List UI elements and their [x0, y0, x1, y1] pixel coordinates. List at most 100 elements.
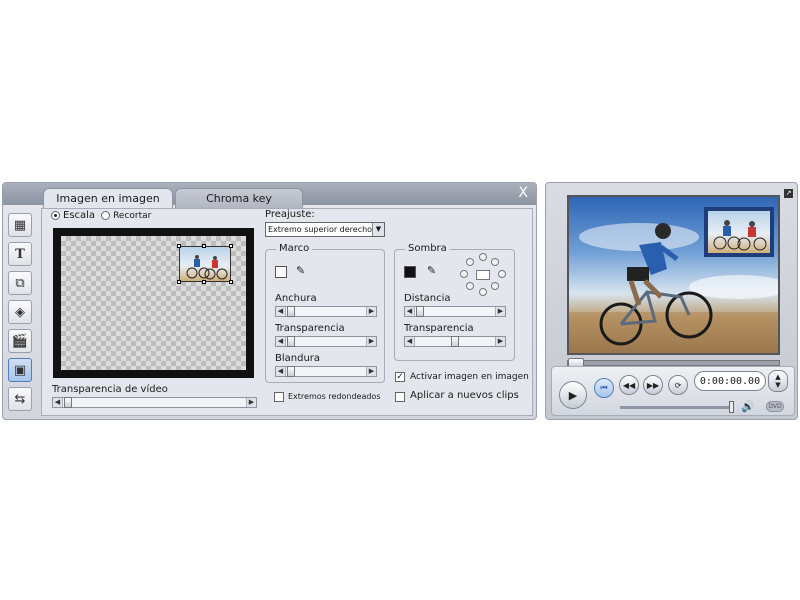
close-button[interactable]: X — [518, 185, 528, 201]
shadow-position-dot[interactable] — [491, 282, 499, 290]
loop-icon: ⟳ — [674, 380, 682, 390]
scale-label: Escala — [63, 210, 96, 221]
shadow-distance-label: Distancia — [404, 293, 451, 304]
slider-left-arrow-icon[interactable]: ◀ — [53, 398, 63, 407]
slider-knob[interactable] — [287, 336, 295, 347]
rewind-icon: ◀◀ — [622, 380, 636, 390]
slider-right-arrow-icon[interactable]: ▶ — [366, 367, 376, 376]
frame-transparency-label: Transparencia — [275, 323, 345, 334]
go-to-start-button[interactable]: ⏮ — [594, 378, 614, 398]
slider-left-arrow-icon[interactable]: ◀ — [276, 367, 286, 376]
title-icon: T — [15, 246, 25, 262]
effects-tool-button[interactable]: ◈ — [8, 300, 32, 324]
slider-right-arrow-icon[interactable]: ▶ — [495, 337, 505, 346]
fast-forward-button[interactable]: ▶▶ — [643, 375, 663, 395]
slider-left-arrow-icon[interactable]: ◀ — [405, 307, 415, 316]
clapboard-tool-button[interactable]: 🎬 — [8, 329, 32, 353]
slider-left-arrow-icon[interactable]: ◀ — [276, 307, 286, 316]
eyedropper-icon[interactable]: ✎ — [427, 264, 436, 277]
slider-knob[interactable] — [416, 306, 424, 317]
cyclists-image — [186, 255, 228, 280]
slider-knob[interactable] — [287, 306, 295, 317]
apply-new-clips-label: Aplicar a nuevos clips — [410, 390, 519, 401]
transition-icon: ⧉ — [15, 275, 25, 291]
slider-right-arrow-icon[interactable]: ▶ — [495, 307, 505, 316]
effects-icon: ◈ — [15, 304, 25, 320]
shadow-position-dot[interactable] — [466, 258, 474, 266]
chevron-up-icon[interactable]: ▲ — [775, 373, 780, 381]
enable-pip-label: Activar imagen en imagen — [410, 372, 529, 382]
rewind-button[interactable]: ◀◀ — [619, 375, 639, 395]
transition-tool-button[interactable]: ⧉ — [8, 271, 32, 295]
shadow-position-dot[interactable] — [479, 288, 487, 296]
rounded-edges-label: Extremos redondeados — [288, 392, 381, 401]
shadow-color-swatch[interactable] — [404, 266, 416, 278]
slider-knob[interactable] — [64, 397, 72, 408]
preset-value: Extremo superior derecho — [268, 225, 373, 234]
pip-tool-button[interactable]: ▣ — [8, 358, 32, 382]
pip-preview-canvas[interactable] — [53, 228, 254, 378]
chevron-down-icon[interactable]: ▼ — [775, 381, 780, 389]
play-button[interactable]: ▶ — [559, 381, 587, 409]
picture-in-picture-icon: ▣ — [13, 362, 27, 378]
dvd-button[interactable]: DVD — [766, 401, 784, 412]
crop-label: Recortar — [113, 210, 152, 221]
scene-tool-button[interactable]: ▦ — [8, 213, 32, 237]
timecode-value: 0:00:00.00 — [699, 375, 761, 387]
frame-transparency-slider[interactable]: ◀ ▶ — [275, 336, 377, 347]
slider-knob[interactable] — [451, 336, 459, 347]
skip-to-start-icon: ⏮ — [600, 383, 608, 392]
enable-pip-checkbox[interactable]: ✓ — [395, 372, 405, 382]
frame-softness-slider[interactable]: ◀ ▶ — [275, 366, 377, 377]
video-transparency-label: Transparencia de vídeo — [52, 384, 168, 395]
pip-thumbnail[interactable] — [177, 244, 233, 284]
frame-width-slider[interactable]: ◀ ▶ — [275, 306, 377, 317]
pip-overlay — [704, 207, 774, 257]
shadow-position-center — [476, 270, 490, 280]
tool-strip: ▦ T ⧉ ◈ 🎬 ▣ ⇆ — [6, 210, 34, 416]
scene-icon: ▦ — [13, 217, 27, 233]
preset-dropdown[interactable]: Extremo superior derecho ▼ — [265, 222, 385, 237]
play-icon: ▶ — [568, 388, 578, 402]
timecode-stepper[interactable]: ▲ ▼ — [768, 370, 788, 392]
title-tool-button[interactable]: T — [8, 242, 32, 266]
preset-label: Preajuste: — [265, 209, 315, 220]
frame-color-swatch[interactable] — [275, 266, 287, 278]
audio-icon: ⇆ — [14, 391, 26, 407]
slider-right-arrow-icon[interactable]: ▶ — [366, 307, 376, 316]
shadow-distance-slider[interactable]: ◀ ▶ — [404, 306, 506, 317]
slider-right-arrow-icon[interactable]: ▶ — [366, 337, 376, 346]
speaker-icon[interactable]: 🔊 — [741, 400, 755, 413]
mode-radio-group: Escala Recortar — [51, 210, 151, 221]
video-preview — [567, 195, 780, 355]
shadow-position-dot[interactable] — [479, 253, 487, 261]
loop-button[interactable]: ⟳ — [668, 375, 688, 395]
frame-title: Marco — [276, 243, 313, 254]
slider-knob[interactable] — [287, 366, 295, 377]
video-transparency-slider[interactable]: ◀ ▶ — [52, 397, 257, 408]
rounded-edges-checkbox[interactable] — [274, 392, 284, 402]
clapboard-icon: 🎬 — [11, 333, 29, 349]
expand-icon[interactable]: ↗ — [784, 189, 793, 198]
audio-tool-button[interactable]: ⇆ — [8, 387, 32, 411]
shadow-transparency-slider[interactable]: ◀ ▶ — [404, 336, 506, 347]
fast-forward-icon: ▶▶ — [646, 380, 660, 390]
slider-left-arrow-icon[interactable]: ◀ — [276, 337, 286, 346]
eyedropper-icon[interactable]: ✎ — [296, 264, 305, 277]
apply-new-clips-checkbox[interactable] — [395, 392, 405, 402]
tab-chroma-key[interactable]: Chroma key — [175, 188, 303, 208]
shadow-position-dot[interactable] — [498, 270, 506, 278]
tab-picture-in-picture[interactable]: Imagen en imagen — [43, 188, 173, 208]
shadow-position-dot[interactable] — [466, 282, 474, 290]
volume-knob[interactable] — [729, 401, 734, 413]
volume-slider[interactable] — [620, 401, 734, 413]
frame-width-label: Anchura — [275, 293, 317, 304]
shadow-position-dot[interactable] — [491, 258, 499, 266]
frame-softness-label: Blandura — [275, 353, 321, 364]
crop-radio[interactable] — [101, 211, 111, 220]
shadow-position-dot[interactable] — [460, 270, 468, 278]
slider-right-arrow-icon[interactable]: ▶ — [246, 398, 256, 407]
scale-radio[interactable] — [51, 211, 60, 220]
slider-left-arrow-icon[interactable]: ◀ — [405, 337, 415, 346]
shadow-transparency-label: Transparencia — [404, 323, 474, 334]
